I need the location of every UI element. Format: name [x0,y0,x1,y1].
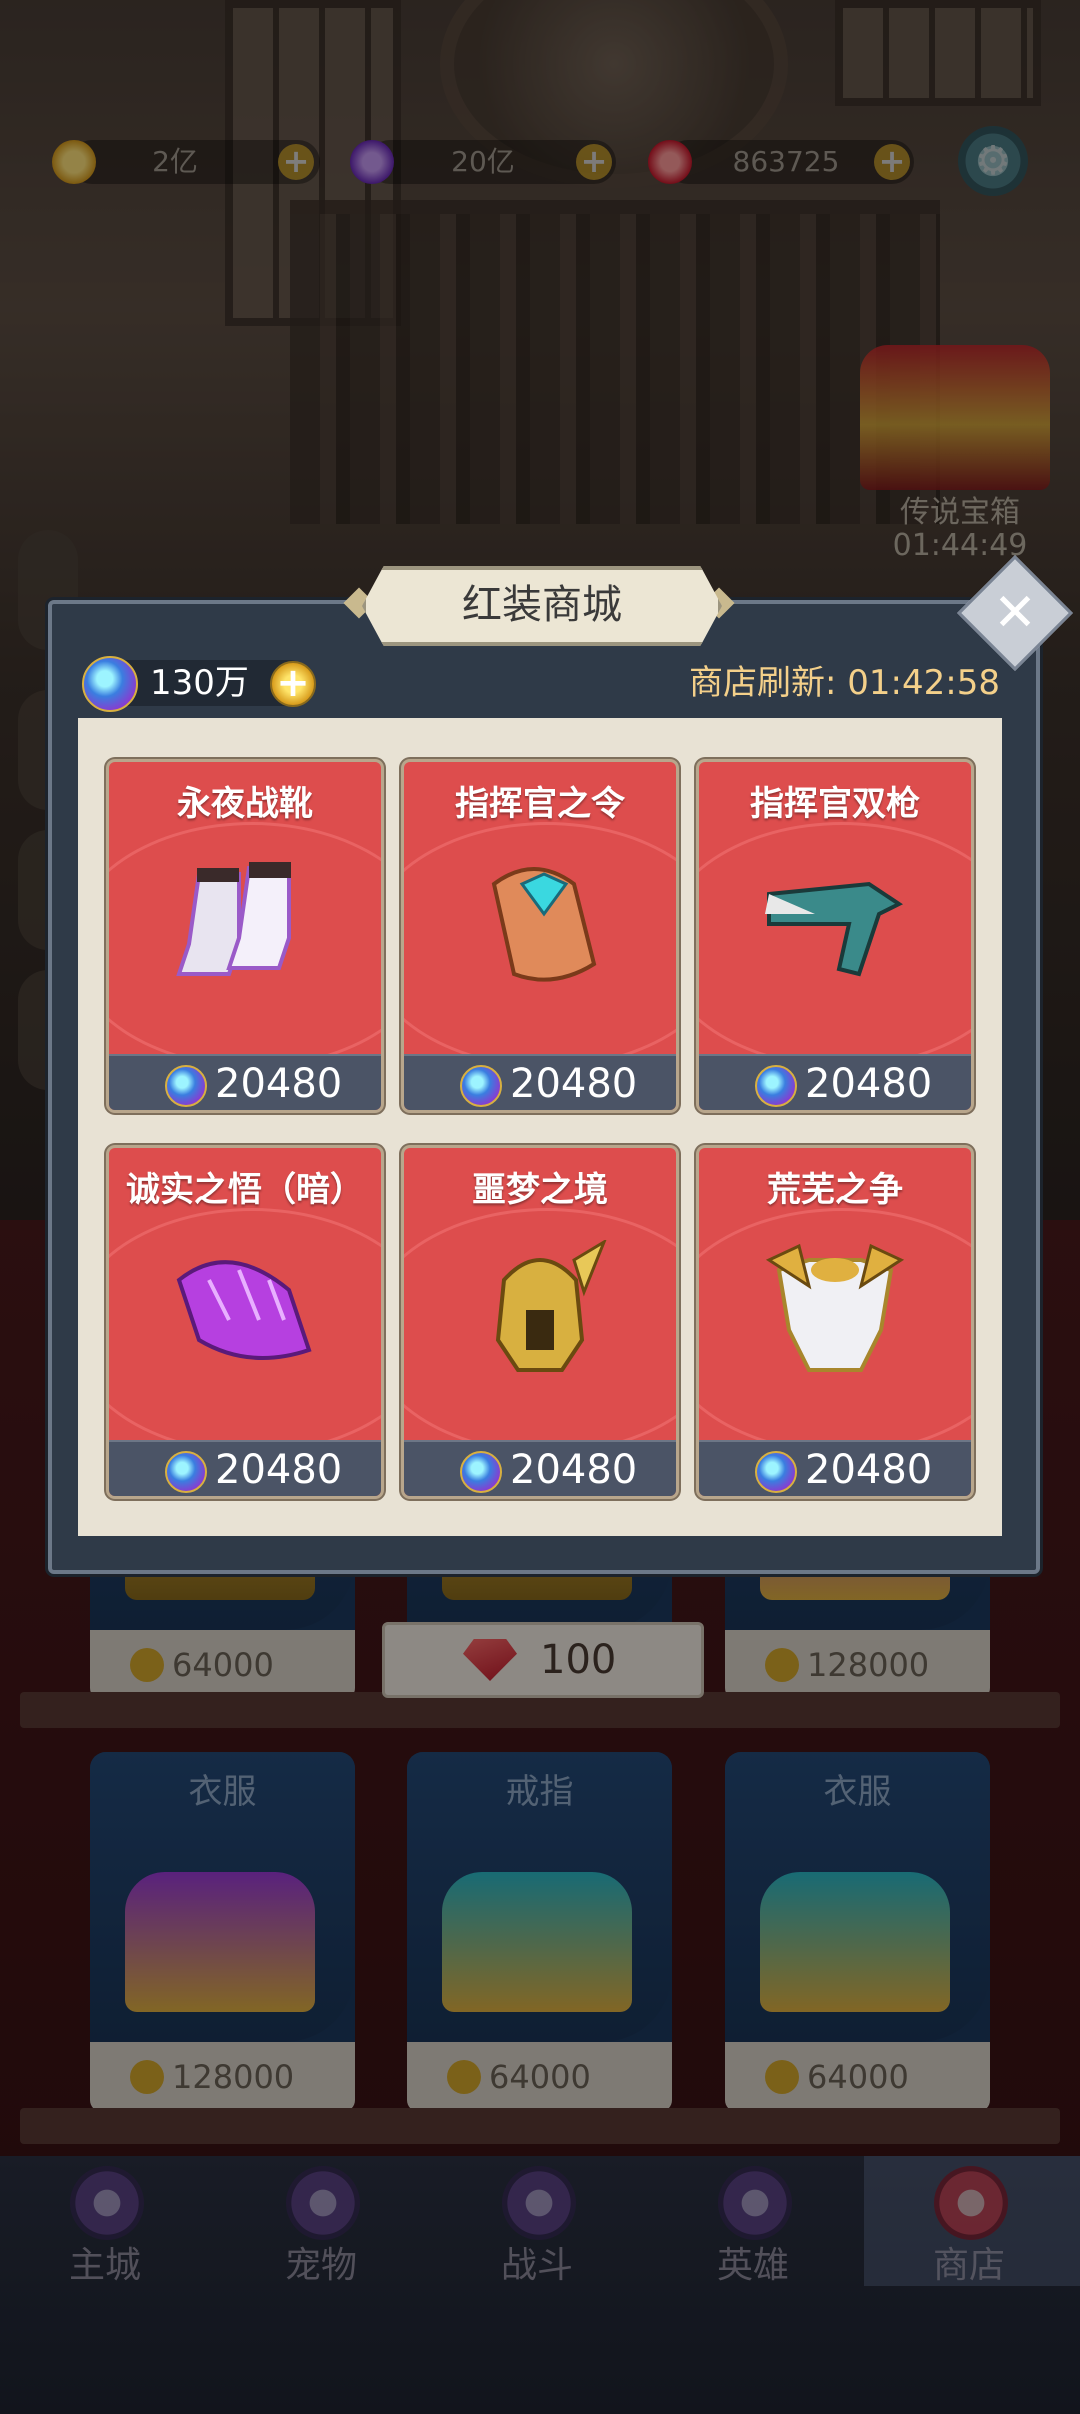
balance-amount: 130万 [150,663,249,703]
item-price-bar: 20480 [109,1440,381,1496]
game-screen: 2亿 + 20亿 + 863725 + ⚙ 传说宝箱 01:44:49 6400… [0,0,1080,2414]
shop-coin-icon [460,1451,502,1493]
helmet-icon [495,1240,607,1372]
item-price: 20480 [215,1061,343,1107]
item-price-bar: 20480 [699,1054,971,1110]
item-price: 20480 [510,1061,638,1107]
item-price-bar: 20480 [404,1440,676,1496]
item-price-bar: 20480 [699,1440,971,1496]
shop-item-card[interactable]: 诚实之悟（暗） 20480 [109,1148,381,1496]
shop-currency-balance: 130万 + [82,656,316,712]
close-icon: ✕ [993,583,1037,643]
shop-coin-icon [755,1451,797,1493]
shop-item-card[interactable]: 指挥官之令 20480 [404,762,676,1110]
shop-coin-icon [460,1065,502,1107]
shop-item-card[interactable]: 噩梦之境 20480 [404,1148,676,1496]
chest-armor-icon [765,1243,905,1372]
item-name: 诚实之悟（暗） [126,1170,364,1210]
shop-refresh-timer: 商店刷新: 01:42:58 [689,663,1000,703]
add-shop-currency-button[interactable]: + [270,661,316,707]
item-price: 20480 [215,1447,343,1493]
item-price-bar: 20480 [404,1054,676,1110]
shop-coin-icon [82,656,138,712]
shop-coin-icon [165,1065,207,1107]
shop-item-card[interactable]: 指挥官双枪 20480 [699,762,971,1110]
item-name: 噩梦之境 [472,1170,608,1210]
item-price: 20480 [805,1061,933,1107]
item-name: 指挥官之令 [455,784,625,824]
item-name: 永夜战靴 [177,784,313,824]
shop-item-card[interactable]: 永夜战靴 20480 [109,762,381,1110]
item-price: 20480 [805,1447,933,1493]
item-name: 荒芜之争 [767,1170,903,1210]
item-name: 指挥官双枪 [750,784,920,824]
item-price: 20480 [510,1447,638,1493]
shoulder-armor-icon [176,1260,312,1360]
gun-icon [765,881,903,977]
item-price-bar: 20480 [109,1054,381,1110]
boots-icon [176,862,291,976]
dialog-title-plate: 红装商城 [362,566,722,646]
bracer-icon [491,867,597,982]
shop-coin-icon [755,1065,797,1107]
dialog-title: 红装商城 [462,582,622,628]
shop-coin-icon [165,1451,207,1493]
shop-item-card[interactable]: 荒芜之争 20480 [699,1148,971,1496]
